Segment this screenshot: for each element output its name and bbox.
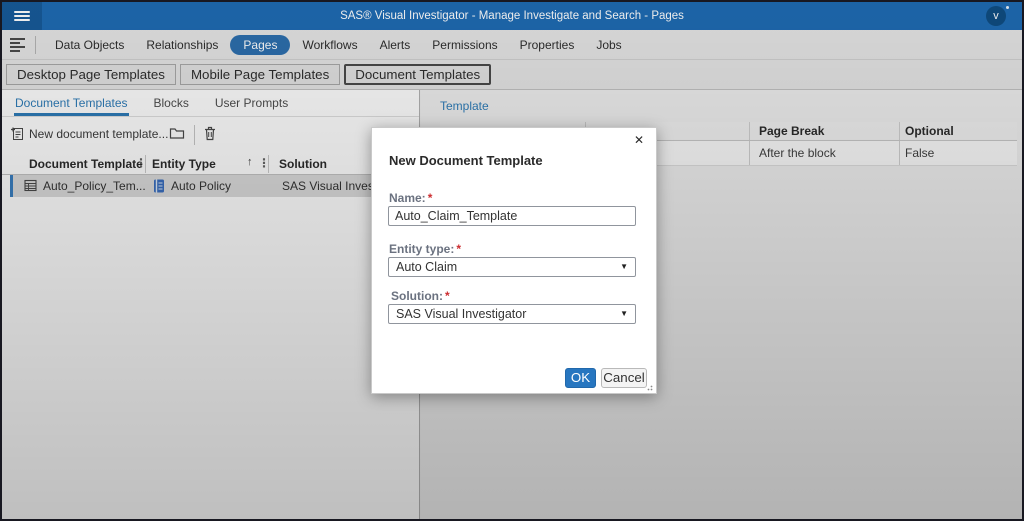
column-divider[interactable] [145, 155, 146, 173]
cell-document-template: Auto_Policy_Tem... [43, 179, 146, 193]
cell-entity-type: Auto Policy [171, 179, 232, 193]
column-divider [899, 141, 900, 165]
new-document-template-button[interactable]: New document template... [10, 126, 168, 141]
chevron-down-icon: ▼ [620, 262, 628, 271]
column-header-page-break[interactable]: Page Break [759, 124, 824, 138]
entity-type-value: Auto Claim [396, 260, 458, 274]
nav-item-relationships[interactable]: Relationships [136, 35, 228, 55]
resize-grip-icon[interactable] [645, 383, 653, 391]
nav-item-jobs[interactable]: Jobs [586, 35, 631, 55]
sort-ascending-icon[interactable]: ↑ [247, 156, 253, 168]
column-divider [749, 122, 750, 140]
app-window: SAS® Visual Investigator - Manage Invest… [0, 0, 1024, 521]
cell-optional: False [905, 146, 935, 160]
nav-item-pages[interactable]: Pages [230, 34, 291, 55]
user-avatar[interactable]: v [986, 6, 1006, 26]
table-row[interactable]: Auto_Policy_Tem... Auto Policy SAS Visua… [10, 175, 419, 197]
name-field[interactable] [388, 206, 636, 226]
delete-button[interactable] [203, 126, 217, 144]
new-document-icon [11, 127, 23, 140]
chevron-down-icon: ▼ [620, 309, 628, 318]
solution-label: Solution: * [391, 289, 450, 303]
nav-item-alerts[interactable]: Alerts [370, 35, 421, 55]
template-grid-icon [24, 179, 37, 195]
new-document-template-dialog: ✕ New Document Template Name:* Entity ty… [371, 127, 657, 394]
avatar-caret-icon [1006, 6, 1009, 9]
open-folder-button[interactable] [169, 126, 185, 143]
solution-value: SAS Visual Investigator [396, 307, 527, 321]
nav-item-properties[interactable]: Properties [510, 35, 585, 55]
new-document-template-label: New document template... [29, 126, 169, 141]
left-panel-tabs: Document Templates Blocks User Prompts [2, 90, 419, 117]
entity-type-label: Entity type: * [389, 242, 462, 256]
table-header-row: Document Template ⋮ Entity Type ↑ ⋮ Solu… [2, 153, 419, 175]
required-marker: * [456, 242, 462, 256]
name-label: Name: * [389, 191, 433, 205]
left-panel-toolbar: New document template... [2, 121, 419, 151]
solution-select[interactable]: SAS Visual Investigator ▼ [388, 304, 636, 324]
ok-button[interactable]: OK [565, 368, 596, 388]
column-divider [899, 122, 900, 140]
nav-item-workflows[interactable]: Workflows [292, 35, 367, 55]
app-title: SAS® Visual Investigator - Manage Invest… [340, 10, 684, 22]
nav-item-data-objects[interactable]: Data Objects [45, 35, 134, 55]
template-view-switcher: Desktop Page Templates Mobile Page Templ… [2, 60, 1022, 90]
nav-divider [35, 35, 36, 54]
mobile-page-templates-button[interactable]: Mobile Page Templates [179, 64, 341, 85]
tab-user-prompts[interactable]: User Prompts [214, 90, 289, 116]
column-header-document-template[interactable]: Document Template [29, 157, 143, 171]
tab-blocks[interactable]: Blocks [153, 90, 190, 116]
nav-item-permissions[interactable]: Permissions [422, 35, 507, 55]
document-templates-button[interactable]: Document Templates [344, 64, 492, 85]
title-bar: SAS® Visual Investigator - Manage Invest… [2, 2, 1022, 30]
required-marker: * [444, 289, 450, 303]
cancel-button[interactable]: Cancel [601, 368, 647, 388]
column-divider [749, 141, 750, 165]
toolbar-divider [194, 125, 195, 145]
column-divider[interactable] [268, 155, 269, 173]
column-header-optional[interactable]: Optional [905, 124, 954, 138]
list-panel-icon[interactable] [10, 36, 26, 54]
column-header-solution[interactable]: Solution [279, 157, 327, 171]
trash-icon [205, 126, 215, 141]
tab-document-templates[interactable]: Document Templates [14, 90, 129, 116]
column-header-entity-type[interactable]: Entity Type [152, 157, 216, 171]
document-templates-table: Document Template ⋮ Entity Type ↑ ⋮ Solu… [2, 153, 419, 197]
desktop-page-templates-button[interactable]: Desktop Page Templates [6, 64, 176, 85]
entity-document-icon [153, 179, 165, 196]
main-nav: Data Objects Relationships Pages Workflo… [2, 30, 1022, 60]
cell-page-break: After the block [759, 146, 836, 160]
template-tab[interactable]: Template [440, 99, 489, 113]
dialog-title: New Document Template [389, 153, 543, 168]
document-templates-panel: Document Templates Blocks User Prompts N… [2, 90, 420, 519]
close-icon[interactable]: ✕ [630, 131, 648, 149]
required-marker: * [427, 191, 433, 205]
folder-icon [169, 128, 185, 139]
entity-type-select[interactable]: Auto Claim ▼ [388, 257, 636, 277]
